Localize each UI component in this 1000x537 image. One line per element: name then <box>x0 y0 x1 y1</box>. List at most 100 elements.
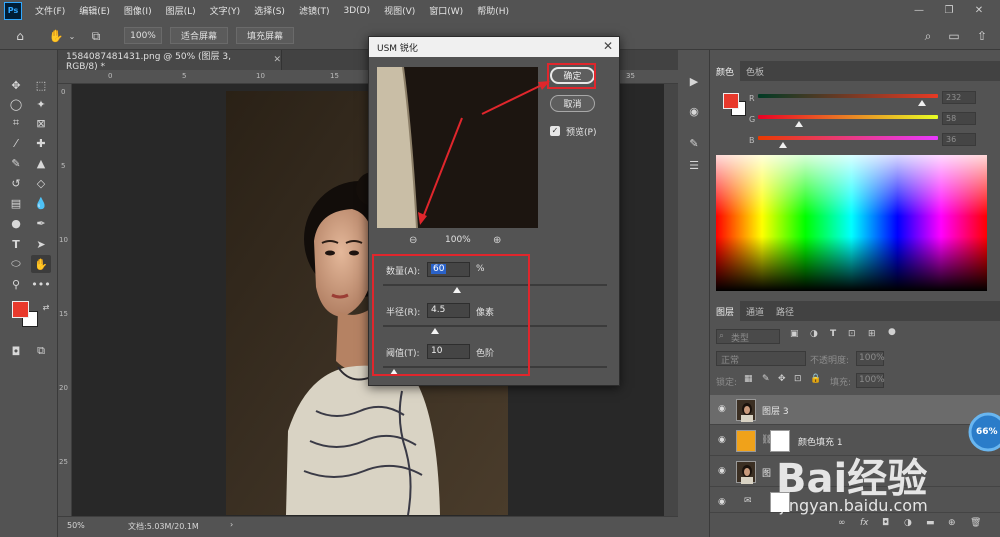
search-icon[interactable]: ⌕ <box>918 26 938 46</box>
visibility-eye-icon[interactable]: ◉ <box>718 404 726 414</box>
menu-view[interactable]: 视图(V) <box>377 4 422 17</box>
menu-edit[interactable]: 编辑(E) <box>72 4 117 17</box>
color-spectrum[interactable] <box>716 155 987 291</box>
zoom-100-button[interactable]: 100% <box>124 27 162 44</box>
filter-shape-icon[interactable]: ⊡ <box>848 329 856 339</box>
filter-pixel-icon[interactable]: ▣ <box>790 329 799 339</box>
layer-filter-select[interactable]: ⌕ 类型 <box>716 329 780 344</box>
fit-screen-button[interactable]: 适合屏幕 <box>170 27 228 44</box>
fill-screen-button[interactable]: 填充屏幕 <box>236 27 294 44</box>
zoom-out-icon[interactable]: ⊖ <box>409 235 417 246</box>
swap-colors-icon[interactable]: ⇄ <box>36 298 56 316</box>
type-tool-icon[interactable]: T <box>6 235 26 253</box>
menu-image[interactable]: 图像(I) <box>117 4 159 17</box>
filter-type-icon[interactable]: T <box>830 329 836 339</box>
lock-position-icon[interactable]: ✥ <box>778 374 786 384</box>
filter-smart-object-icon[interactable]: ⊞ <box>868 329 876 339</box>
close-icon[interactable]: ✕ <box>603 39 613 53</box>
menu-3d[interactable]: 3D(D) <box>336 6 377 16</box>
close-tab-icon[interactable]: ✕ <box>273 55 281 65</box>
photoshop-logo: Ps <box>4 1 22 20</box>
lock-all-icon[interactable]: 🔒 <box>810 374 821 384</box>
menu-filter[interactable]: 滤镜(T) <box>292 4 337 17</box>
ellipse-tool-icon[interactable]: ⬭ <box>6 255 26 273</box>
channel-g-slider[interactable] <box>758 115 938 119</box>
brush-settings-icon[interactable]: ✎ <box>685 134 703 152</box>
channel-r-slider[interactable] <box>758 94 938 98</box>
magic-wand-tool-icon[interactable]: ✦ <box>31 95 51 113</box>
tab-paths[interactable]: 路径 <box>770 301 800 321</box>
history-icon[interactable]: ▶ <box>685 72 703 90</box>
hand-tool-icon[interactable]: ✋ <box>31 255 51 273</box>
tab-channels[interactable]: 通道 <box>740 301 770 321</box>
opacity-input[interactable]: 100% <box>856 351 885 366</box>
brush-tool-icon[interactable]: ✎ <box>6 154 26 172</box>
zoom-level[interactable]: 50% <box>67 521 85 530</box>
filter-adjustment-icon[interactable]: ◑ <box>810 329 818 339</box>
status-arrow-icon[interactable]: › <box>230 520 233 529</box>
fill-input[interactable]: 100% <box>856 373 885 388</box>
visibility-eye-icon[interactable]: ◉ <box>718 466 726 476</box>
properties-icon[interactable]: ☰ <box>685 156 703 174</box>
gradient-tool-icon[interactable]: ▤ <box>6 194 26 212</box>
vertical-scrollbar[interactable] <box>664 84 678 516</box>
zoom-tool-icon[interactable]: ⚲ <box>6 275 26 293</box>
move-tool-icon[interactable]: ✥ <box>6 76 26 94</box>
marquee-tool-icon[interactable]: ⬚ <box>31 76 51 94</box>
channel-b-slider[interactable] <box>758 136 938 140</box>
lasso-tool-icon[interactable]: ◯ <box>6 95 26 113</box>
menu-layer[interactable]: 图层(L) <box>159 4 203 17</box>
visibility-eye-icon[interactable]: ◉ <box>718 435 726 445</box>
quick-mask-icon[interactable]: ◘ <box>6 342 26 360</box>
visibility-eye-icon[interactable]: ◉ <box>718 497 726 507</box>
menu-file[interactable]: 文件(F) <box>28 4 72 17</box>
foreground-color-swatch[interactable] <box>12 301 29 318</box>
stamp-tool-icon[interactable]: ▲ <box>31 154 51 172</box>
channel-b-value[interactable]: 36 <box>942 133 976 146</box>
channel-r-thumb[interactable] <box>917 100 926 106</box>
share-icon[interactable]: ⇧ <box>972 26 992 46</box>
menu-help[interactable]: 帮助(H) <box>470 4 516 17</box>
layer-row[interactable]: ◉ 图层 3 <box>710 395 1000 425</box>
workspace-icon[interactable]: ▭ <box>944 26 964 46</box>
lock-artboard-icon[interactable]: ⊡ <box>794 374 802 384</box>
home-icon[interactable]: ⌂ <box>10 26 30 46</box>
screen-mode-icon[interactable]: ⧉ <box>31 342 51 360</box>
pen-tool-icon[interactable]: ✒ <box>31 214 51 232</box>
blur-tool-icon[interactable]: 💧 <box>31 194 51 212</box>
crop-tool-icon[interactable]: ⌗ <box>6 114 26 132</box>
restore-icon[interactable]: ❐ <box>934 0 964 21</box>
dodge-tool-icon[interactable]: ● <box>6 214 26 232</box>
frame-tool-icon[interactable]: ⊠ <box>31 114 51 132</box>
status-bar: 50% 文档:5.03M/20.1M › <box>58 516 678 537</box>
zoom-in-icon[interactable]: ⊕ <box>493 235 501 246</box>
menu-window[interactable]: 窗口(W) <box>422 4 470 17</box>
scroll-all-windows-icon[interactable]: ⧉ <box>86 26 106 46</box>
channel-g-thumb[interactable] <box>795 121 804 127</box>
eyedropper-tool-icon[interactable]: ⁄ <box>6 134 26 152</box>
eraser-tool-icon[interactable]: ◇ <box>31 174 51 192</box>
vertical-ruler: 0 5 10 15 20 25 <box>58 84 72 516</box>
healing-brush-tool-icon[interactable]: ✚ <box>31 134 51 152</box>
lock-pixels-icon[interactable]: ✎ <box>762 374 770 384</box>
lock-transparency-icon[interactable]: ▦ <box>744 374 753 384</box>
path-selection-tool-icon[interactable]: ➤ <box>31 235 51 253</box>
menu-select[interactable]: 选择(S) <box>247 4 292 17</box>
filter-toggle-icon[interactable]: ● <box>888 327 896 337</box>
blend-mode-select[interactable]: 正常 <box>716 351 806 366</box>
more-tools-icon[interactable]: ••• <box>31 275 51 293</box>
minimize-icon[interactable]: — <box>904 0 934 21</box>
channel-g-value[interactable]: 58 <box>942 112 976 125</box>
close-window-icon[interactable]: ✕ <box>964 0 994 21</box>
panel-foreground-swatch[interactable] <box>723 93 739 109</box>
tab-layers[interactable]: 图层 <box>710 301 741 321</box>
channel-b-thumb[interactable] <box>779 142 788 148</box>
tab-color[interactable]: 颜色 <box>710 61 741 81</box>
tab-swatches[interactable]: 色板 <box>740 61 770 81</box>
document-tab[interactable]: 1584087481431.png @ 50% (图层 3, RGB/8) * … <box>58 50 282 72</box>
history-brush-tool-icon[interactable]: ↺ <box>6 174 26 192</box>
menu-type[interactable]: 文字(Y) <box>203 4 248 17</box>
channel-r-value[interactable]: 232 <box>942 91 976 104</box>
chevron-down-icon[interactable]: ⌄ <box>62 26 82 46</box>
adjustments-icon[interactable]: ◉ <box>685 102 703 120</box>
